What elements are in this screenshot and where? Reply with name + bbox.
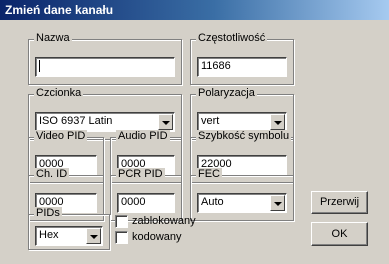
szybkosc-label: Szybkość symbolu (196, 130, 292, 143)
pids-value: Hex (39, 229, 59, 241)
pcr-pid-input[interactable]: 0000 (117, 193, 175, 213)
chevron-down-icon[interactable] (158, 114, 173, 130)
ch-id-label: Ch. ID (34, 168, 70, 181)
pids-label: PIDs (34, 207, 62, 220)
chevron-down-icon[interactable] (270, 195, 285, 211)
czcionka-value: ISO 6937 Latin (39, 115, 113, 127)
czestotliwosc-label: Częstotliwość (196, 32, 268, 45)
group-nazwa: Nazwa (28, 32, 182, 85)
fec-value: Auto (201, 196, 224, 208)
dialog-client: Nazwa Częstotliwość 11686 Czcionka ISO 6… (0, 20, 389, 264)
zablokowany-checkbox[interactable] (115, 215, 128, 228)
polaryzacja-value: vert (201, 115, 220, 127)
audio-pid-label: Audio PID (116, 130, 170, 143)
polaryzacja-label: Polaryzacja (196, 87, 257, 100)
czcionka-label: Czcionka (34, 87, 84, 100)
pids-select[interactable]: Hex (35, 226, 103, 246)
cancel-button[interactable]: Przerwij (311, 191, 368, 214)
fec-select[interactable]: Auto (197, 193, 287, 213)
czestotliwosc-input[interactable]: 11686 (197, 57, 287, 77)
fec-label: FEC (196, 168, 222, 181)
window-title: Zmień dane kanału (0, 0, 389, 20)
pcr-pid-label: PCR PID (116, 168, 165, 181)
group-pids: PIDs Hex (28, 207, 110, 250)
text-caret (39, 60, 40, 72)
kodowany-checkbox[interactable] (115, 231, 128, 244)
group-czestotliwosc: Częstotliwość 11686 (190, 32, 294, 85)
polaryzacja-select[interactable]: vert (197, 112, 287, 132)
zablokowany-label: zablokowany (132, 215, 196, 227)
kodowany-label: kodowany (132, 231, 182, 243)
video-pid-label: Video PID (34, 130, 88, 143)
nazwa-input[interactable] (35, 57, 175, 77)
czcionka-select[interactable]: ISO 6937 Latin (35, 112, 175, 132)
ok-button[interactable]: OK (311, 222, 368, 246)
group-fec: FEC Auto (190, 168, 294, 221)
chevron-down-icon[interactable] (270, 114, 285, 130)
nazwa-label: Nazwa (34, 32, 72, 45)
chevron-down-icon[interactable] (86, 228, 101, 244)
